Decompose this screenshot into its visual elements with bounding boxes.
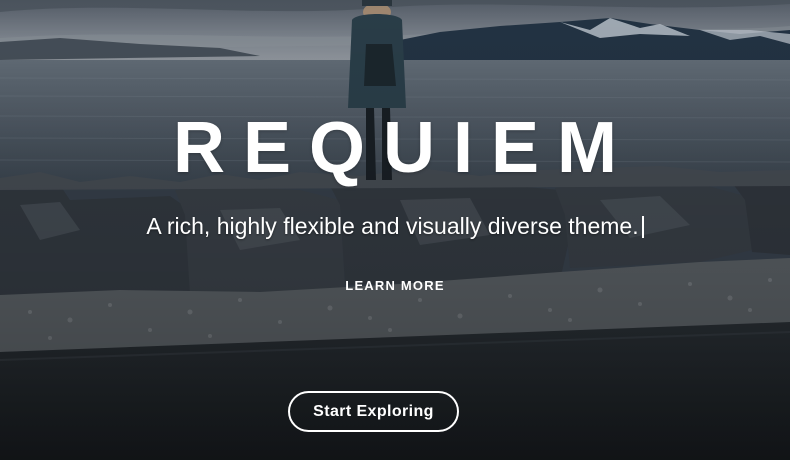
hero-tagline-text: A rich, highly flexible and visually div… — [146, 213, 639, 239]
text-cursor-icon — [641, 216, 644, 238]
learn-more-label[interactable]: LEARN MORE — [345, 278, 444, 293]
learn-more-link[interactable]: LEARN MORE — [0, 278, 790, 293]
start-exploring-button[interactable]: Start Exploring — [288, 391, 459, 432]
hero-tagline: A rich, highly flexible and visually div… — [0, 212, 790, 240]
hero-title: REQUIEM — [172, 108, 636, 188]
start-exploring-label: Start Exploring — [313, 402, 434, 420]
hero-section: REQUIEM A rich, highly flexible and visu… — [0, 0, 790, 460]
